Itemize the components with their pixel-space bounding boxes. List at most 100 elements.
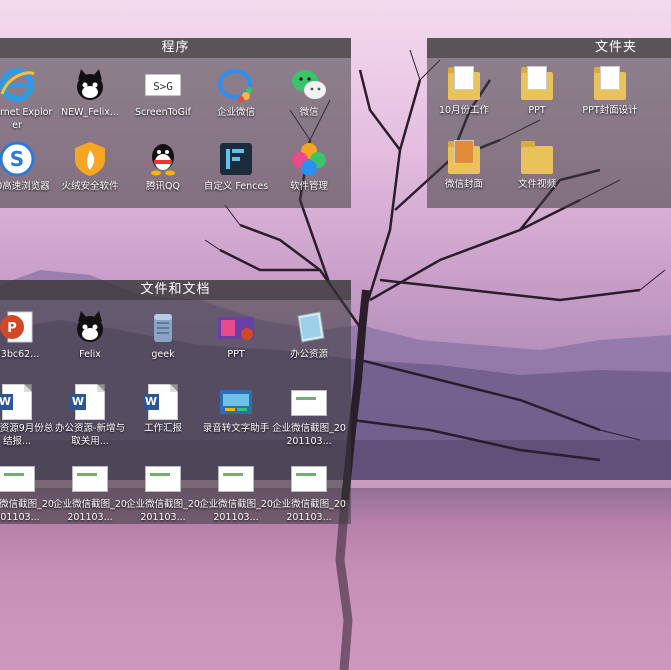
icon-label: 微信 <box>299 107 319 118</box>
recorder-shortcut[interactable]: 录音转文字助手 <box>199 382 273 435</box>
icon-label: 火绒安全软件 <box>61 181 119 192</box>
icon-label: 文件视频 <box>517 179 556 190</box>
icon-label: Internet Explorer <box>0 107 53 131</box>
svg-text:P: P <box>7 321 17 336</box>
browser-icon: S <box>0 140 36 178</box>
ie-icon <box>0 66 36 104</box>
icon-label: PPT封面设计 <box>582 105 638 116</box>
screenshot-file[interactable]: 企业微信截图_20201103... <box>0 458 54 524</box>
folders-fence[interactable]: 文件夹 10月份工作 PPT PPT封面设计 微信封面 文件视频 <box>427 38 671 208</box>
fence-title[interactable]: 程序 <box>0 38 351 58</box>
folder-shortcut[interactable]: 文件视频 <box>500 140 574 191</box>
browser-shortcut[interactable]: S 360高速浏览器 <box>0 140 54 193</box>
ie-shortcut[interactable]: Internet Explorer <box>0 66 54 132</box>
icon-label: 企业微信 <box>216 107 255 118</box>
icon-label: PPT <box>227 349 245 360</box>
word-file[interactable]: W 工作汇报 <box>126 382 200 435</box>
folder-icon <box>594 66 626 100</box>
screenshot-icon <box>145 466 181 492</box>
felix-file[interactable]: Felix <box>53 308 127 361</box>
screenshot-file[interactable]: 企业微信截图_20201103... <box>272 458 346 524</box>
screenshot-file[interactable]: 企业微信截图_20201103... <box>126 458 200 524</box>
folder-shortcut[interactable]: PPT封面设计 <box>573 66 647 117</box>
icon-label: 企业微信截图_20201103... <box>53 499 127 523</box>
icon-label: 办公资源 <box>289 349 328 360</box>
icon-label: geek <box>151 349 175 360</box>
notepad-file[interactable]: 办公资源 <box>272 308 346 361</box>
geek-icon <box>144 308 182 346</box>
wecom-shortcut[interactable]: 企业微信 <box>199 66 273 119</box>
screentogif-shortcut[interactable]: S>G ScreenToGif <box>126 66 200 119</box>
icon-label: 腾讯QQ <box>146 181 180 192</box>
cat-icon <box>71 66 109 104</box>
pptx-file[interactable]: P 33bc62... <box>0 308 54 361</box>
folder-shortcut[interactable]: PPT <box>500 66 574 117</box>
icon-label: 办公资源-新增与取关用... <box>55 423 125 447</box>
screenshot-icon <box>291 466 327 492</box>
fence-title[interactable]: 文件和文档 <box>0 280 351 300</box>
software-manager-shortcut[interactable]: 软件管理 <box>272 140 346 193</box>
screenshot-file[interactable]: 企业微信截图_20201103... <box>53 458 127 524</box>
icon-label: 企业微信截图_20201103... <box>272 499 346 523</box>
ppt-image-icon <box>217 308 255 346</box>
wechat-shortcut[interactable]: 微信 <box>272 66 346 119</box>
word-icon: W <box>143 384 178 420</box>
folder-icon <box>448 140 480 174</box>
svg-text:S: S <box>10 147 24 171</box>
folder-shortcut[interactable]: 微信封面 <box>427 140 501 191</box>
icon-label: PPT <box>528 105 546 116</box>
qq-icon <box>144 140 182 178</box>
wecom-icon <box>217 66 255 104</box>
word-icon: W <box>0 384 32 420</box>
powerpoint-icon: P <box>0 308 36 346</box>
screenshot-file[interactable]: 企业微信截图_20201103... <box>199 458 273 524</box>
ppt-image-file[interactable]: PPT <box>199 308 273 361</box>
cat-icon <box>71 308 109 346</box>
programs-fence[interactable]: 程序 Internet Explorer NEW_Felix... S>G Sc… <box>0 38 351 208</box>
fences-shortcut[interactable]: 自定义 Fences <box>199 140 273 193</box>
icon-label: NEW_Felix... <box>60 107 119 118</box>
geek-shortcut[interactable]: geek <box>126 308 200 361</box>
folder-icon <box>521 66 553 100</box>
icon-label: 微信封面 <box>444 179 483 190</box>
screenshot-icon <box>0 466 35 492</box>
icon-label: 软件管理 <box>289 181 328 192</box>
felix-shortcut[interactable]: NEW_Felix... <box>53 66 127 119</box>
word-file[interactable]: W 办公资源-新增与取关用... <box>53 382 127 448</box>
word-icon: W <box>70 384 105 420</box>
icon-label: 企业微信截图_20201103... <box>126 499 200 523</box>
icon-label: 企业微信截图_20201103... <box>0 499 54 523</box>
icon-label: 工作汇报 <box>143 423 182 434</box>
screenshot-file[interactable]: 企业微信截图_20201103... <box>272 382 346 448</box>
fence-title-text: 文件夹 <box>594 40 637 55</box>
wechat-icon <box>290 66 328 104</box>
folder-shortcut[interactable]: 10月份工作 <box>427 66 501 117</box>
documents-fence[interactable]: 文件和文档 P 33bc62... Felix geek PPT <box>0 280 351 524</box>
icon-label: 自定义 Fences <box>203 181 269 192</box>
word-file[interactable]: W 办公资源9月份总结报... <box>0 382 54 448</box>
fence-title[interactable]: 文件夹 <box>427 38 671 58</box>
icon-label: 360高速浏览器 <box>0 181 50 192</box>
folder-icon <box>521 141 553 174</box>
huorong-icon <box>71 140 109 178</box>
screenshot-icon <box>291 390 327 416</box>
folder-icon <box>448 66 480 100</box>
software-manager-icon <box>290 140 328 178</box>
qq-shortcut[interactable]: 腾讯QQ <box>126 140 200 193</box>
screenshot-icon <box>218 466 254 492</box>
icon-label: 33bc62... <box>0 349 40 360</box>
notepad-icon <box>290 308 328 346</box>
svg-text:S>G: S>G <box>153 80 173 93</box>
icon-label: 企业微信截图_20201103... <box>199 499 273 523</box>
icon-label: ScreenToGif <box>134 107 191 118</box>
recorder-icon <box>217 382 255 420</box>
huorong-shortcut[interactable]: 火绒安全软件 <box>53 140 127 193</box>
icon-label: Felix <box>79 349 101 360</box>
screentogif-icon: S>G <box>144 66 182 104</box>
icon-label: 办公资源9月份总结报... <box>0 423 54 447</box>
icon-label: 10月份工作 <box>438 105 490 116</box>
fences-icon <box>217 140 255 178</box>
icon-label: 企业微信截图_20201103... <box>272 423 346 447</box>
icon-label: 录音转文字助手 <box>202 423 270 434</box>
screenshot-icon <box>72 466 108 492</box>
